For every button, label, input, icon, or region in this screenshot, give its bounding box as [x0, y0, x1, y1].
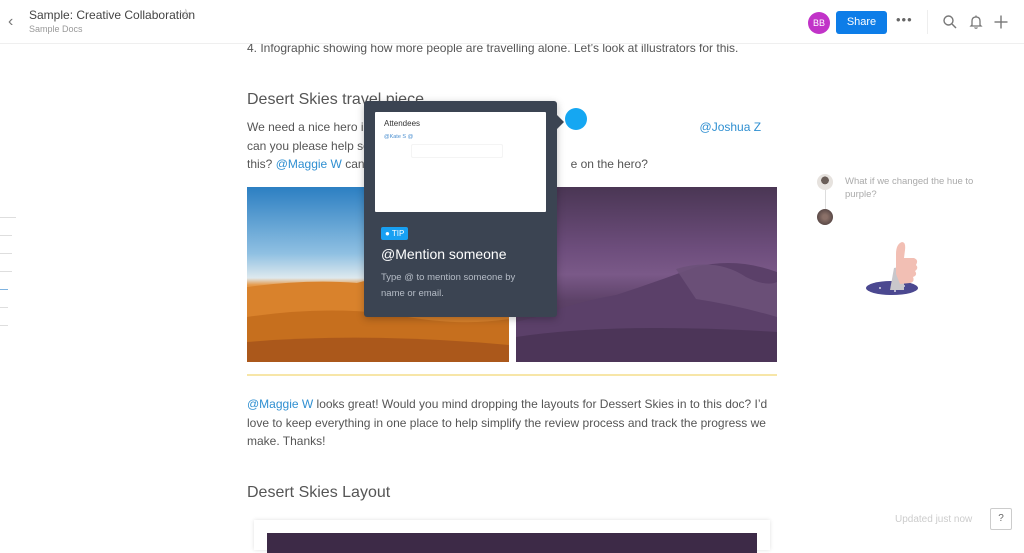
comment-avatar[interactable] — [817, 209, 833, 225]
tip-preview-image: Attendees @Kate S @ — [375, 112, 546, 212]
user-avatar[interactable]: BB — [808, 12, 830, 34]
paragraph-text: make. Thanks! — [247, 434, 326, 448]
outline-item[interactable] — [0, 325, 8, 326]
save-status: Updated just now — [895, 514, 973, 525]
paragraph-text: looks great! Would you mind dropping the… — [313, 397, 768, 411]
comment-avatar[interactable] — [817, 174, 833, 190]
paragraph-text: love to keep everything in one place to … — [247, 415, 766, 430]
document-title[interactable]: Sample: Creative Collaboration — [29, 8, 195, 22]
layout-image-card[interactable] — [254, 520, 770, 553]
outline-item[interactable] — [0, 217, 16, 218]
tip-badge: ● TIP — [381, 227, 409, 240]
tip-popover: Attendees @Kate S @ ● TIP @Mention someo… — [364, 101, 557, 317]
search-icon[interactable] — [942, 14, 958, 30]
folder-breadcrumb[interactable]: Sample Docs — [29, 24, 83, 34]
outline-item[interactable] — [0, 271, 12, 272]
lightbulb-icon: ● — [385, 229, 390, 238]
tip-arrow — [557, 115, 564, 129]
tip-description: Type @ to mention someone by name or ema… — [381, 272, 516, 299]
chevron-left-icon[interactable]: ‹ — [8, 13, 22, 31]
mention-link[interactable]: @Maggie W — [247, 397, 313, 411]
preview-title: Attendees — [384, 119, 421, 128]
tip-hotspot[interactable] — [565, 108, 587, 130]
outline-item-active[interactable] — [0, 289, 8, 290]
plus-icon[interactable] — [993, 14, 1009, 30]
comment-text[interactable]: What if we changed the hue to purple? — [845, 175, 975, 201]
tip-title: @Mention someone — [381, 246, 507, 262]
top-bar: ‹ Sample: Creative Collaboration ☆ Sampl… — [0, 0, 1024, 44]
preview-field — [411, 144, 503, 158]
outline-item[interactable] — [0, 235, 12, 236]
mention-link[interactable]: @Joshua Z — [700, 120, 762, 134]
share-button[interactable]: Share — [836, 11, 887, 34]
tip-badge-label: TIP — [391, 229, 405, 238]
help-button[interactable]: ? — [990, 508, 1012, 530]
more-options-icon[interactable]: ••• — [896, 12, 913, 27]
thread-line — [825, 190, 826, 209]
section-heading: Desert Skies Layout — [247, 484, 391, 501]
mention-link[interactable]: @Maggie W — [276, 157, 342, 171]
layout-image — [267, 533, 757, 553]
paragraph: @Maggie W looks great! Would you mind dr… — [247, 395, 779, 451]
toolbar-divider — [927, 10, 928, 34]
section-divider — [247, 374, 777, 376]
paragraph-text: can — [341, 157, 365, 171]
paragraph-text: e on the hero? — [570, 157, 648, 171]
star-outline-icon[interactable]: ☆ — [180, 6, 192, 22]
bell-icon[interactable] — [968, 14, 984, 30]
outline-item[interactable] — [0, 253, 12, 254]
outline-item[interactable] — [0, 307, 8, 308]
thumbs-up-icon — [862, 238, 932, 303]
paragraph-text: this? — [247, 157, 276, 171]
paragraph-text: We need a nice hero i — [247, 120, 364, 134]
preview-mention: @Kate S @ — [384, 134, 414, 140]
